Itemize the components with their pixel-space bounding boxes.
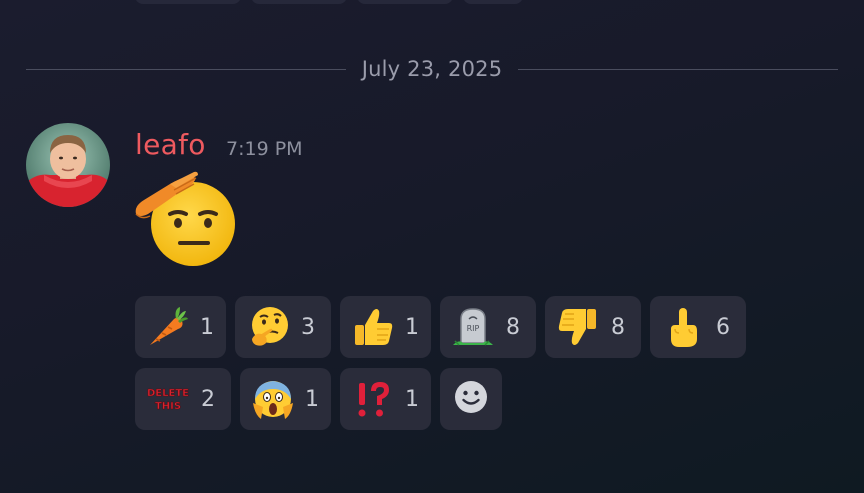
date-divider: July 23, 2025 [26, 54, 838, 84]
previous-message-reactions [135, 0, 523, 4]
saluting-face-icon[interactable] [130, 166, 240, 270]
reaction-count: 1 [405, 314, 419, 340]
screaming-face-icon [250, 376, 295, 422]
thumbs-down-icon [555, 304, 601, 350]
reaction-count: 8 [506, 314, 520, 340]
smiley-add-reaction-icon [453, 379, 489, 419]
reaction-count: 2 [201, 386, 215, 412]
reaction-count: 8 [611, 314, 625, 340]
reaction-carrot[interactable]: 1 [135, 296, 226, 358]
avatar[interactable] [26, 123, 110, 207]
delete-this-icon: DELETE THIS [145, 376, 191, 422]
interrobang-icon [350, 376, 395, 422]
reaction-middle-finger[interactable]: 6 [650, 296, 746, 358]
rip-tombstone-icon: RIP [450, 304, 496, 350]
reaction-count: 1 [200, 314, 214, 340]
message-author[interactable]: leafo [135, 128, 206, 161]
svg-text:THIS: THIS [155, 401, 181, 412]
thumbs-up-icon [350, 304, 395, 350]
reaction-thumbs-down[interactable]: 8 [545, 296, 641, 358]
divider-line-left [26, 68, 346, 70]
previous-reaction[interactable] [135, 0, 241, 4]
previous-reaction[interactable] [463, 0, 523, 4]
reaction-delete-this[interactable]: DELETE THIS 2 [135, 368, 231, 430]
reaction-interrobang[interactable]: 1 [340, 368, 431, 430]
svg-text:DELETE: DELETE [147, 388, 189, 399]
reaction-screaming[interactable]: 1 [240, 368, 331, 430]
reaction-rip[interactable]: RIP 8 [440, 296, 536, 358]
reaction-count: 6 [716, 314, 730, 340]
message-timestamp[interactable]: 7:19 PM [226, 138, 303, 160]
thinking-face-icon [245, 304, 291, 350]
divider-date: July 23, 2025 [361, 57, 503, 81]
add-reaction-button[interactable] [440, 368, 502, 430]
reaction-bar: 1 3 1 RIP 8 8 6 DELETE THIS 2 1 1 [135, 296, 775, 440]
reaction-row: DELETE THIS 2 1 1 [135, 368, 775, 430]
previous-reaction[interactable] [251, 0, 347, 4]
previous-reaction[interactable] [357, 0, 453, 4]
divider-line-right [518, 68, 838, 70]
middle-finger-icon [660, 304, 706, 350]
reaction-count: 1 [305, 386, 319, 412]
reaction-thumbs-up[interactable]: 1 [340, 296, 431, 358]
reaction-count: 3 [301, 314, 315, 340]
carrot-icon [145, 304, 190, 350]
reaction-count: 1 [405, 386, 419, 412]
svg-text:RIP: RIP [467, 324, 480, 333]
reaction-thinking[interactable]: 3 [235, 296, 331, 358]
reaction-row: 1 3 1 RIP 8 8 6 [135, 296, 775, 358]
